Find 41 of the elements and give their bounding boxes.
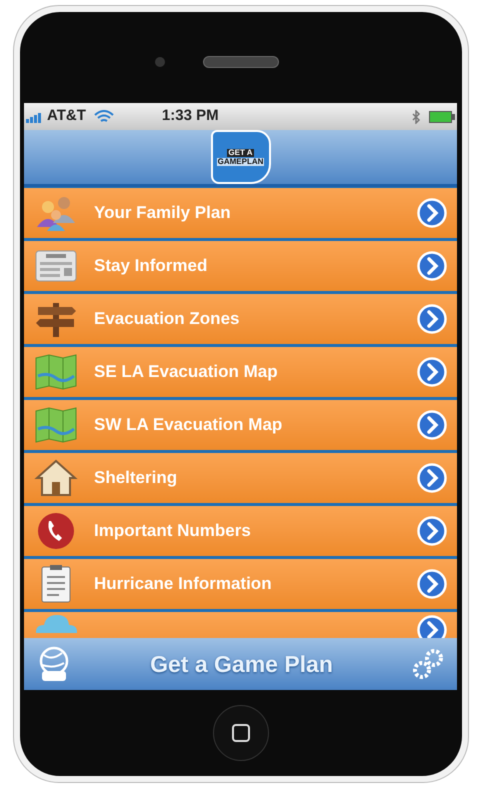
menu-label: Sheltering [94, 467, 178, 490]
map-icon [34, 405, 78, 445]
chevron-right-icon[interactable] [417, 516, 447, 546]
battery-icon [429, 110, 455, 122]
camera-icon [154, 56, 164, 66]
chevron-right-icon[interactable] [417, 198, 447, 228]
chevron-right-icon[interactable] [417, 251, 447, 281]
cloud-icon [34, 615, 78, 633]
menu-label: Stay Informed [94, 255, 208, 278]
menu-row[interactable]: Stay Informed [24, 241, 457, 291]
menu-row[interactable]: SW LA Evacuation Map [24, 400, 457, 450]
menu-row[interactable]: Evacuation Zones [24, 294, 457, 344]
menu-row[interactable]: SE LA Evacuation Map [24, 347, 457, 397]
carrier-label: AT&T [47, 106, 86, 126]
chevron-right-icon[interactable] [417, 615, 447, 638]
chevron-right-icon[interactable] [417, 569, 447, 599]
chevron-right-icon[interactable] [417, 357, 447, 387]
chevron-right-icon[interactable] [417, 463, 447, 493]
house-icon [34, 458, 78, 498]
gears-icon[interactable] [411, 647, 445, 681]
bluetooth-icon [411, 110, 421, 124]
chevron-right-icon[interactable] [417, 410, 447, 440]
logo-text: GAMEPLAN [216, 158, 264, 166]
menu-label: SE LA Evacuation Map [94, 361, 278, 384]
menu-row[interactable]: Hurricane Information [24, 559, 457, 609]
map-icon [34, 352, 78, 392]
signal-icon [26, 110, 44, 122]
menu-label: SW LA Evacuation Map [94, 414, 282, 436]
status-time: 1:33 PM [162, 106, 219, 126]
logo-text: GET A [227, 148, 254, 156]
home-square-icon [232, 724, 250, 742]
wifi-icon [94, 110, 114, 124]
menu-label: Hurricane Information [94, 573, 272, 596]
menu-row[interactable]: Your Family Plan [24, 188, 457, 238]
menu-row[interactable]: Important Numbers [24, 506, 457, 556]
menu-label: Important Numbers [94, 520, 251, 542]
menu-label: Your Family Plan [94, 202, 231, 224]
chevron-right-icon[interactable] [417, 304, 447, 334]
tab-bar-title: Get a Game Plan [149, 650, 334, 679]
menu-row[interactable]: Sheltering [24, 453, 457, 503]
menu-label: Evacuation Zones [94, 308, 240, 330]
